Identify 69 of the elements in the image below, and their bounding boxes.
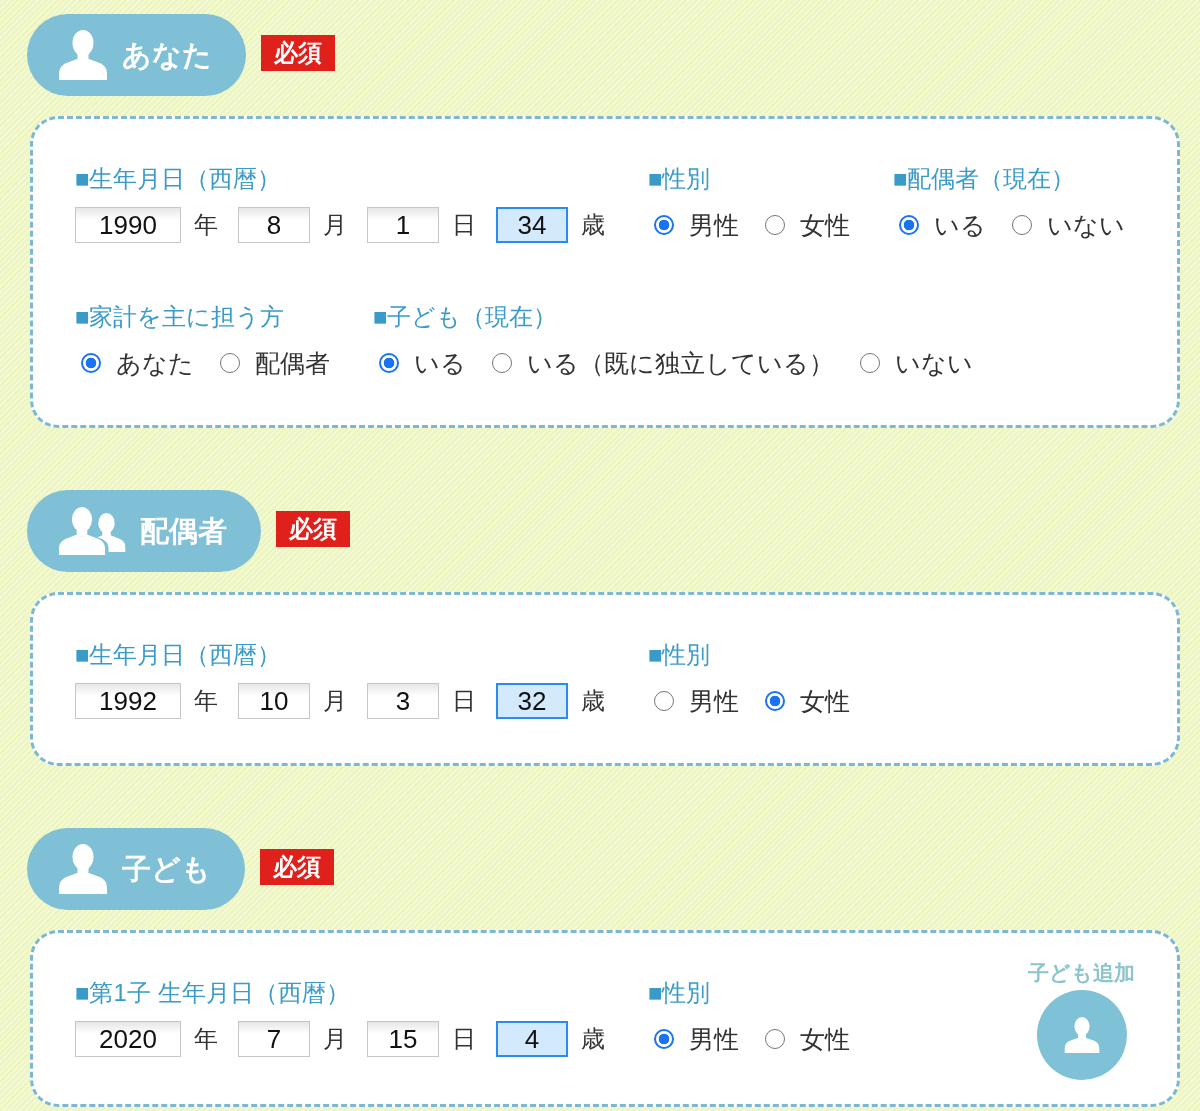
person-icon	[58, 844, 108, 894]
age-field[interactable]: 4	[496, 1021, 568, 1057]
unit-label: 年	[194, 686, 218, 716]
radio-button[interactable]	[81, 353, 101, 373]
radio-button[interactable]	[379, 353, 399, 373]
day-field[interactable]: 1	[367, 207, 439, 243]
radio-button[interactable]	[220, 353, 240, 373]
section-title: あなた	[122, 38, 212, 73]
required-badge: 必須	[261, 35, 335, 71]
option-label[interactable]: 女性	[800, 685, 850, 717]
radio-button[interactable]	[899, 215, 919, 235]
field-label: ■第1子 生年月日（西暦）	[75, 978, 350, 1008]
option-label[interactable]: あなた	[116, 347, 194, 379]
field-label: ■生年月日（西暦）	[75, 640, 282, 670]
radio-button[interactable]	[654, 691, 674, 711]
radio-button[interactable]	[1012, 215, 1032, 235]
person-icon	[1036, 990, 1127, 1080]
section-title: 子ども	[122, 852, 211, 887]
option-label[interactable]: 女性	[800, 209, 850, 241]
year-field[interactable]: 2020	[75, 1021, 181, 1057]
unit-label: 日	[452, 1024, 476, 1054]
unit-label: 月	[323, 1024, 347, 1054]
option-label[interactable]: いる（既に独立している）	[527, 347, 834, 379]
field-label: ■生年月日（西暦）	[75, 164, 282, 194]
day-field[interactable]: 3	[367, 683, 439, 719]
option-label[interactable]: いる	[934, 209, 986, 241]
option-label[interactable]: いない	[895, 347, 973, 379]
radio-button[interactable]	[765, 1029, 785, 1049]
unit-label: 日	[452, 686, 476, 716]
option-label[interactable]: 女性	[800, 1023, 850, 1055]
option-label[interactable]: 男性	[689, 685, 739, 717]
option-label[interactable]: 男性	[689, 209, 739, 241]
radio-button[interactable]	[654, 1029, 674, 1049]
section-title: 配偶者	[140, 514, 227, 549]
unit-label: 月	[323, 686, 347, 716]
age-field[interactable]: 32	[496, 683, 568, 719]
field-label: ■性別	[648, 978, 711, 1008]
unit-label: 歳	[581, 1024, 605, 1054]
option-label[interactable]: 配偶者	[255, 347, 330, 379]
option-label[interactable]: 男性	[689, 1023, 739, 1055]
field-label: ■子ども（現在）	[373, 302, 558, 332]
field-label: ■配偶者（現在）	[893, 164, 1076, 194]
unit-label: 年	[194, 210, 218, 240]
required-badge: 必須	[260, 849, 334, 885]
day-field[interactable]: 15	[367, 1021, 439, 1057]
option-label[interactable]: いない	[1047, 209, 1125, 241]
year-field[interactable]: 1990	[75, 207, 181, 243]
field-label: ■性別	[648, 640, 711, 670]
field-label: ■家計を主に担う方	[75, 302, 285, 332]
radio-button[interactable]	[654, 215, 674, 235]
required-badge: 必須	[276, 511, 350, 547]
radio-button[interactable]	[765, 691, 785, 711]
radio-button[interactable]	[492, 353, 512, 373]
two-people-icon	[58, 506, 126, 556]
unit-label: 日	[452, 210, 476, 240]
unit-label: 年	[194, 1024, 218, 1054]
radio-button[interactable]	[860, 353, 880, 373]
age-field[interactable]: 34	[496, 207, 568, 243]
unit-label: 歳	[581, 210, 605, 240]
year-field[interactable]: 1992	[75, 683, 181, 719]
unit-label: 月	[323, 210, 347, 240]
radio-button[interactable]	[765, 215, 785, 235]
month-field[interactable]: 8	[238, 207, 310, 243]
month-field[interactable]: 7	[238, 1021, 310, 1057]
field-label: ■性別	[648, 164, 711, 194]
person-icon	[58, 30, 108, 80]
month-field[interactable]: 10	[238, 683, 310, 719]
option-label[interactable]: いる	[414, 347, 466, 379]
unit-label: 歳	[581, 686, 605, 716]
